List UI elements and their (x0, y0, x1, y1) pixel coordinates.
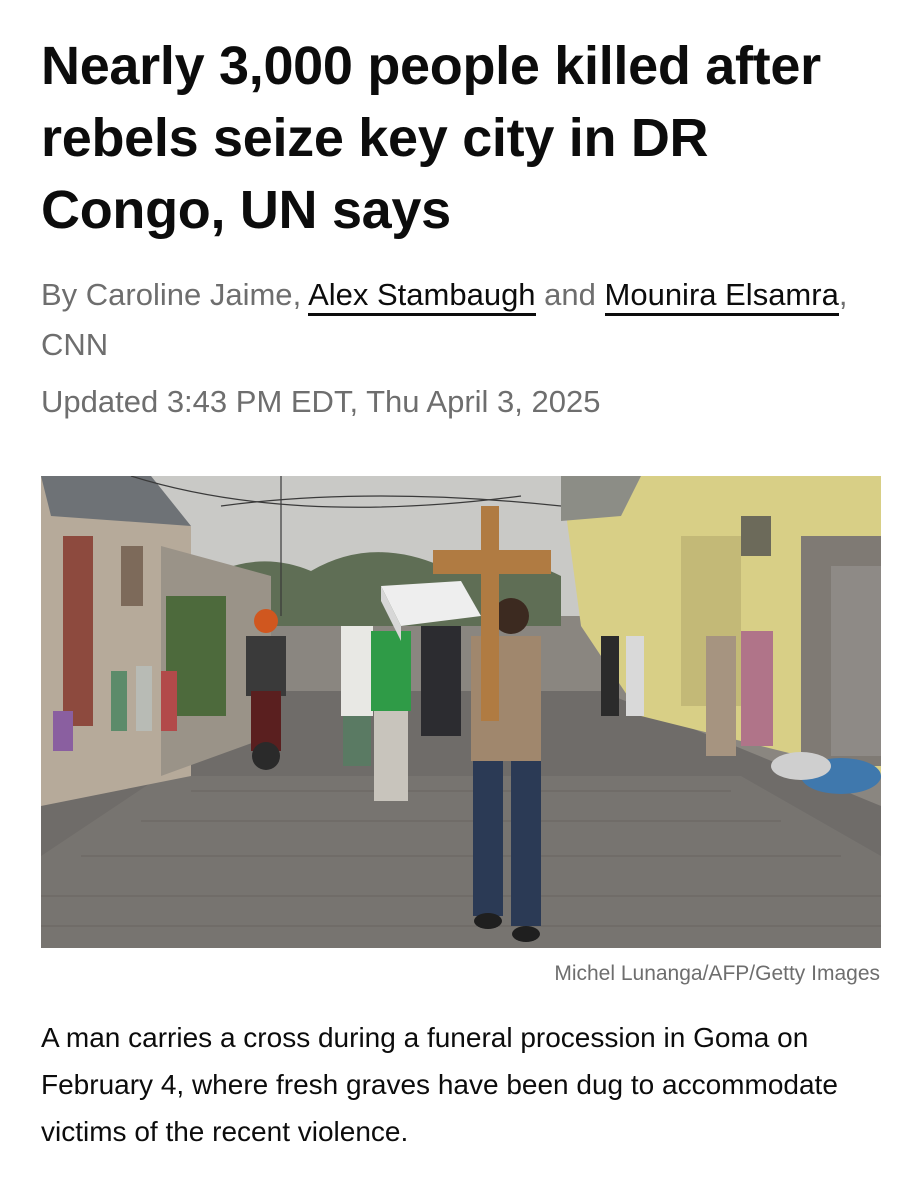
byline: By Caroline Jaime, Alex Stambaugh and Mo… (41, 270, 881, 370)
author-caroline-jaime: Caroline Jaime (85, 277, 293, 312)
photo-illustration (41, 476, 881, 948)
byline-separator-and: and (535, 277, 605, 312)
author-link-mounira-elsamra[interactable]: Mounira Elsamra (604, 277, 839, 316)
updated-timestamp: Updated 3:43 PM EDT, Thu April 3, 2025 (41, 384, 601, 419)
article-header: Nearly 3,000 people killed after rebels … (41, 30, 881, 424)
photo-credit: Michel Lunanga/AFP/Getty Images (554, 962, 880, 985)
article-photo[interactable] (41, 476, 881, 948)
byline-prefix: By (41, 277, 86, 312)
photo-caption: A man carries a cross during a funeral p… (41, 1022, 838, 1147)
headline: Nearly 3,000 people killed after rebels … (41, 36, 821, 240)
byline-separator: , (292, 277, 309, 312)
author-link-alex-stambaugh[interactable]: Alex Stambaugh (308, 277, 536, 316)
